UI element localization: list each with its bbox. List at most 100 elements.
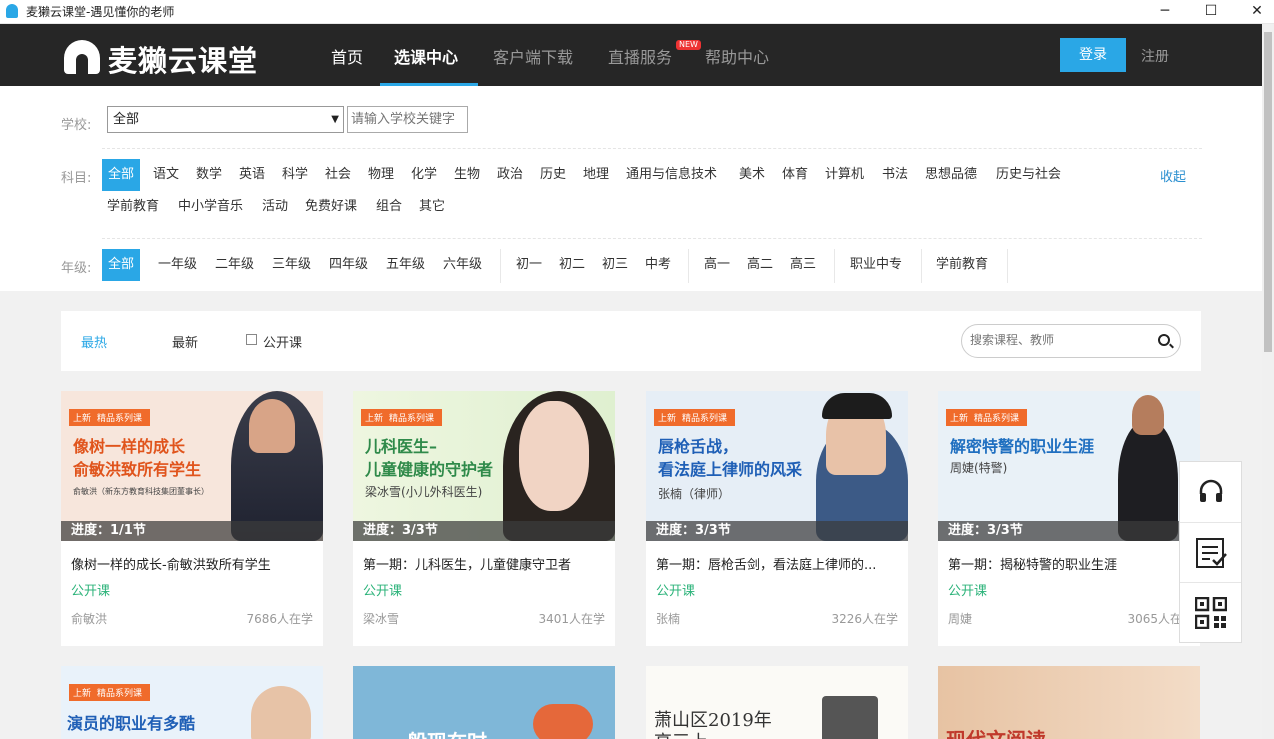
thumb-headline-1: 现代文阅读	[946, 724, 1046, 739]
tag-new-text: 上新	[365, 414, 384, 424]
course-card[interactable]: 一般现在时	[353, 666, 615, 739]
subject-chip[interactable]: 历史与社会	[996, 160, 1061, 190]
close-button[interactable]: ✕	[1234, 0, 1274, 24]
progress-label: 进度：1/1节	[61, 521, 323, 541]
qrcode-icon[interactable]	[1180, 582, 1241, 642]
subject-chip[interactable]: 物理	[368, 160, 394, 190]
divider	[921, 249, 922, 283]
grade-chip[interactable]: 高二	[747, 250, 773, 280]
tab-hottest[interactable]: 最热	[81, 332, 107, 351]
top-navbar: 麦獭云课堂 首页 选课中心 客户端下载 直播服务 NEW 帮助中心 登录 注册	[0, 24, 1262, 86]
new-tag: 上新 精品系列课	[69, 684, 151, 701]
course-title[interactable]: 第一期：揭秘特警的职业生涯	[948, 554, 1193, 573]
subject-chip[interactable]: 计算机	[825, 160, 864, 190]
collapse-link[interactable]: 收起	[1160, 166, 1186, 185]
subject-chip[interactable]: 社会	[325, 160, 351, 190]
login-button[interactable]: 登录	[1060, 38, 1126, 72]
grade-label: 年级:	[61, 261, 92, 276]
grade-chip[interactable]: 高三	[790, 250, 816, 280]
thumb-headline-2: 高三上	[654, 728, 708, 739]
course-thumbnail[interactable]: 上新 精品系列课 解密特警的职业生涯 周婕(特警) 进度：3/3节	[938, 391, 1200, 541]
headset-icon[interactable]	[1180, 462, 1241, 522]
subject-chip[interactable]: 地理	[583, 160, 609, 190]
subject-chip-all[interactable]: 全部	[102, 159, 140, 191]
subject-chip[interactable]: 数学	[196, 160, 222, 190]
progress-label: 进度：3/3节	[646, 521, 908, 541]
course-thumbnail[interactable]: 上新 精品系列课 像树一样的成长 俞敏洪致所有学生 俞敏洪（新东方教育科技集团董事…	[61, 391, 323, 541]
subject-chip[interactable]: 美术	[739, 160, 765, 190]
grade-chip[interactable]: 初三	[602, 250, 628, 280]
subject-chip[interactable]: 组合	[376, 192, 402, 222]
school-label: 学校:	[61, 118, 92, 133]
subject-chip[interactable]: 语文	[153, 160, 179, 190]
grade-chip[interactable]: 高一	[704, 250, 730, 280]
scrollbar-thumb[interactable]	[1264, 32, 1272, 352]
course-card[interactable]: 萧山区2019年 高三上	[646, 666, 908, 739]
grade-chip[interactable]: 初二	[559, 250, 585, 280]
grade-chip[interactable]: 一年级	[158, 250, 197, 280]
grade-chip[interactable]: 初一	[516, 250, 542, 280]
course-card[interactable]: 上新 精品系列课 像树一样的成长 俞敏洪致所有学生 俞敏洪（新东方教育科技集团董事…	[61, 391, 323, 646]
subject-chip[interactable]: 免费好课	[305, 192, 357, 222]
course-card[interactable]: 上新 精品系列课 演员的职业有多酷	[61, 666, 323, 739]
scrollbar[interactable]	[1262, 24, 1274, 739]
course-title[interactable]: 第一期：儿科医生，儿童健康守卫者	[363, 554, 608, 573]
subject-chip[interactable]: 通用与信息技术	[626, 160, 717, 190]
course-thumbnail[interactable]: 上新 精品系列课 儿科医生– 儿童健康的守护者 梁冰雪(小儿外科医生) 进度：3/…	[353, 391, 615, 541]
subject-chip[interactable]: 英语	[239, 160, 265, 190]
subject-chip[interactable]: 化学	[411, 160, 437, 190]
subject-chip[interactable]: 生物	[454, 160, 480, 190]
window-title: 麦獭云课堂-遇见懂你的老师	[26, 5, 175, 19]
divider	[1007, 249, 1008, 283]
subject-chip[interactable]: 其它	[419, 192, 445, 222]
chat-bubble-icon	[533, 704, 593, 739]
grade-chip-all[interactable]: 全部	[102, 249, 140, 281]
subject-chip[interactable]: 思想品德	[925, 160, 977, 190]
nav-live-service[interactable]: 直播服务	[608, 44, 672, 68]
nav-course-center[interactable]: 选课中心	[394, 44, 458, 68]
subject-chip[interactable]: 学前教育	[107, 192, 159, 222]
grade-chip[interactable]: 六年级	[443, 250, 482, 280]
course-title[interactable]: 第一期：唇枪舌剑，看法庭上律师的...	[656, 554, 901, 573]
nav-help-center[interactable]: 帮助中心	[705, 44, 769, 68]
tag-series-text: 精品系列课	[389, 414, 435, 424]
course-thumbnail[interactable]: 上新 精品系列课 唇枪舌战， 看法庭上律师的风采 张楠（律师） 进度：3/3节	[646, 391, 908, 541]
sort-toolbar: 最热 最新 公开课	[61, 311, 1201, 371]
grade-chip[interactable]: 四年级	[329, 250, 368, 280]
course-card[interactable]: 上新 精品系列课 儿科医生– 儿童健康的守护者 梁冰雪(小儿外科医生) 进度：3/…	[353, 391, 615, 646]
course-card[interactable]: 上新 精品系列课 解密特警的职业生涯 周婕(特警) 进度：3/3节 第一期：揭秘特…	[938, 391, 1200, 646]
grade-chip[interactable]: 学前教育	[936, 250, 988, 280]
subject-chip[interactable]: 科学	[282, 160, 308, 190]
course-title[interactable]: 像树一样的成长-俞敏洪致所有学生	[71, 554, 316, 573]
grade-chip[interactable]: 五年级	[386, 250, 425, 280]
subject-chip[interactable]: 活动	[262, 192, 288, 222]
maximize-button[interactable]: ☐	[1188, 0, 1234, 24]
course-search-box[interactable]	[961, 324, 1181, 358]
nav-home[interactable]: 首页	[331, 44, 363, 68]
grade-chip[interactable]: 职业中专	[850, 250, 902, 280]
subject-chip[interactable]: 书法	[882, 160, 908, 190]
dropdown-arrow-icon: ▼	[331, 114, 339, 125]
subject-chip[interactable]: 中小学音乐	[178, 192, 243, 222]
grade-chip[interactable]: 三年级	[272, 250, 311, 280]
subject-chip[interactable]: 体育	[782, 160, 808, 190]
subject-chip[interactable]: 政治	[497, 160, 523, 190]
course-type: 公开课	[71, 584, 111, 599]
course-card[interactable]: 现代文阅读	[938, 666, 1200, 739]
grade-chip[interactable]: 二年级	[215, 250, 254, 280]
school-search-input[interactable]	[347, 106, 468, 133]
nav-client-download[interactable]: 客户端下载	[493, 44, 573, 68]
checklist-icon[interactable]	[1180, 522, 1241, 582]
subject-label: 科目:	[61, 171, 92, 186]
subject-chip[interactable]: 历史	[540, 160, 566, 190]
course-card[interactable]: 上新 精品系列课 唇枪舌战， 看法庭上律师的风采 张楠（律师） 进度：3/3节 第…	[646, 391, 908, 646]
public-course-checkbox[interactable]	[246, 334, 257, 345]
register-link[interactable]: 注册	[1141, 46, 1169, 66]
school-select[interactable]: 全部 ▼	[107, 106, 344, 133]
tab-newest[interactable]: 最新	[172, 332, 198, 351]
course-search-input[interactable]	[970, 333, 1145, 347]
search-icon[interactable]	[1158, 334, 1170, 346]
app-icon	[6, 4, 18, 18]
grade-chip[interactable]: 中考	[645, 250, 671, 280]
minimize-button[interactable]: ─	[1142, 0, 1188, 24]
